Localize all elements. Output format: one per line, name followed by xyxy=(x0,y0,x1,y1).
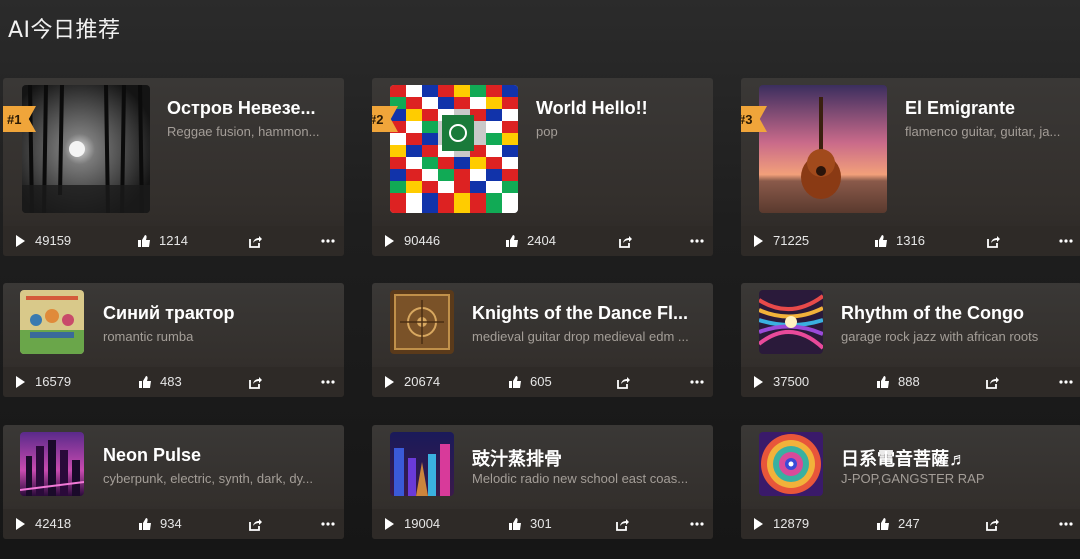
cover-art[interactable] xyxy=(759,85,887,213)
share-icon[interactable] xyxy=(616,375,630,389)
play-count[interactable]: 16579 xyxy=(13,374,71,389)
thumbs-up-icon[interactable] xyxy=(876,517,890,531)
song-title[interactable]: 豉汁蒸排骨 xyxy=(472,445,697,471)
play-icon[interactable] xyxy=(751,375,765,389)
share-icon[interactable] xyxy=(985,517,999,531)
play-icon[interactable] xyxy=(382,517,396,531)
play-icon[interactable] xyxy=(13,234,27,248)
song-tags: romantic rumba xyxy=(103,329,194,344)
song-tags: garage rock jazz with african roots xyxy=(841,329,1039,344)
song-tags: Melodic radio new school east coas... xyxy=(472,471,689,486)
song-card[interactable]: 日系電音菩薩♬ J-POP,GANGSTER RAP 12879 247 xyxy=(741,425,1080,539)
more-icon[interactable] xyxy=(1059,375,1073,389)
more-icon[interactable] xyxy=(690,517,704,531)
thumbs-up-icon[interactable] xyxy=(138,375,152,389)
song-card[interactable]: Neon Pulse cyberpunk, electric, synth, d… xyxy=(3,425,344,539)
song-card[interactable]: #3 El Emigrante flamenco guitar, guitar,… xyxy=(741,78,1080,256)
song-card[interactable]: 豉汁蒸排骨 Melodic radio new school east coas… xyxy=(372,425,713,539)
song-tags: pop xyxy=(536,124,558,139)
page-title: AI今日推荐 xyxy=(8,18,121,43)
share-icon[interactable] xyxy=(618,234,632,248)
like-count[interactable]: 934 xyxy=(138,516,182,531)
cover-art[interactable] xyxy=(390,290,454,354)
thumbs-up-icon[interactable] xyxy=(508,517,522,531)
thumbs-up-icon[interactable] xyxy=(508,375,522,389)
share-icon[interactable] xyxy=(615,517,629,531)
song-tags: Reggae fusion, hammon... xyxy=(167,124,320,139)
play-count[interactable]: 42418 xyxy=(13,516,71,531)
more-icon[interactable] xyxy=(690,234,704,248)
share-icon[interactable] xyxy=(985,375,999,389)
more-icon[interactable] xyxy=(321,234,335,248)
cover-art[interactable] xyxy=(759,432,823,496)
share-icon[interactable] xyxy=(248,375,262,389)
play-count[interactable]: 19004 xyxy=(382,516,440,531)
play-icon[interactable] xyxy=(751,517,765,531)
song-card[interactable]: Синий трактор romantic rumba 16579 483 xyxy=(3,283,344,397)
like-count[interactable]: 1316 xyxy=(874,233,925,248)
like-count[interactable]: 301 xyxy=(508,516,552,531)
song-tags: flamenco guitar, guitar, ja... xyxy=(905,124,1061,139)
more-icon[interactable] xyxy=(321,517,335,531)
play-icon[interactable] xyxy=(382,234,396,248)
thumbs-up-icon[interactable] xyxy=(138,517,152,531)
share-icon[interactable] xyxy=(248,517,262,531)
like-count[interactable]: 605 xyxy=(508,374,552,389)
more-icon[interactable] xyxy=(1059,234,1073,248)
play-icon[interactable] xyxy=(751,234,765,248)
cover-art[interactable] xyxy=(20,290,84,354)
cover-art[interactable] xyxy=(20,432,84,496)
song-title[interactable]: El Emigrante xyxy=(905,98,1070,119)
play-icon[interactable] xyxy=(382,375,396,389)
song-title[interactable]: World Hello!! xyxy=(536,98,701,119)
song-title[interactable]: 日系電音菩薩♬ xyxy=(841,445,1071,471)
play-icon[interactable] xyxy=(13,375,27,389)
play-icon[interactable] xyxy=(13,517,27,531)
like-count[interactable]: 247 xyxy=(876,516,920,531)
song-title[interactable]: Knights of the Dance Fl... xyxy=(472,303,697,324)
thumbs-up-icon[interactable] xyxy=(876,375,890,389)
share-icon[interactable] xyxy=(248,234,262,248)
song-title[interactable]: Neon Pulse xyxy=(103,445,333,466)
song-card[interactable]: Rhythm of the Congo garage rock jazz wit… xyxy=(741,283,1080,397)
like-count[interactable]: 888 xyxy=(876,374,920,389)
song-card[interactable]: #2 World Hello!! pop 90446 2404 xyxy=(372,78,713,256)
song-tags: cyberpunk, electric, synth, dark, dy... xyxy=(103,471,314,486)
song-title[interactable]: Rhythm of the Congo xyxy=(841,303,1071,324)
cover-art[interactable] xyxy=(759,290,823,354)
play-count[interactable]: 71225 xyxy=(751,233,809,248)
like-count[interactable]: 2404 xyxy=(505,233,556,248)
song-card[interactable]: #1 Остров Невезе... Reggae fusion, hammo… xyxy=(3,78,344,256)
thumbs-up-icon[interactable] xyxy=(874,234,888,248)
play-count[interactable]: 12879 xyxy=(751,516,809,531)
thumbs-up-icon[interactable] xyxy=(505,234,519,248)
thumbs-up-icon[interactable] xyxy=(137,234,151,248)
play-count[interactable]: 20674 xyxy=(382,374,440,389)
like-count[interactable]: 1214 xyxy=(137,233,188,248)
play-count[interactable]: 37500 xyxy=(751,374,809,389)
play-count[interactable]: 90446 xyxy=(382,233,440,248)
cover-art[interactable] xyxy=(390,85,518,213)
song-title[interactable]: Остров Невезе... xyxy=(167,98,332,119)
song-title[interactable]: Синий трактор xyxy=(103,303,333,324)
play-count[interactable]: 49159 xyxy=(13,233,71,248)
cover-art[interactable] xyxy=(22,85,150,213)
more-icon[interactable] xyxy=(690,375,704,389)
cover-art[interactable] xyxy=(390,432,454,496)
song-tags: medieval guitar drop medieval edm ... xyxy=(472,329,689,344)
more-icon[interactable] xyxy=(1059,517,1073,531)
share-icon[interactable] xyxy=(986,234,1000,248)
song-tags: J-POP,GANGSTER RAP xyxy=(841,471,985,486)
song-card[interactable]: Knights of the Dance Fl... medieval guit… xyxy=(372,283,713,397)
like-count[interactable]: 483 xyxy=(138,374,182,389)
more-icon[interactable] xyxy=(321,375,335,389)
